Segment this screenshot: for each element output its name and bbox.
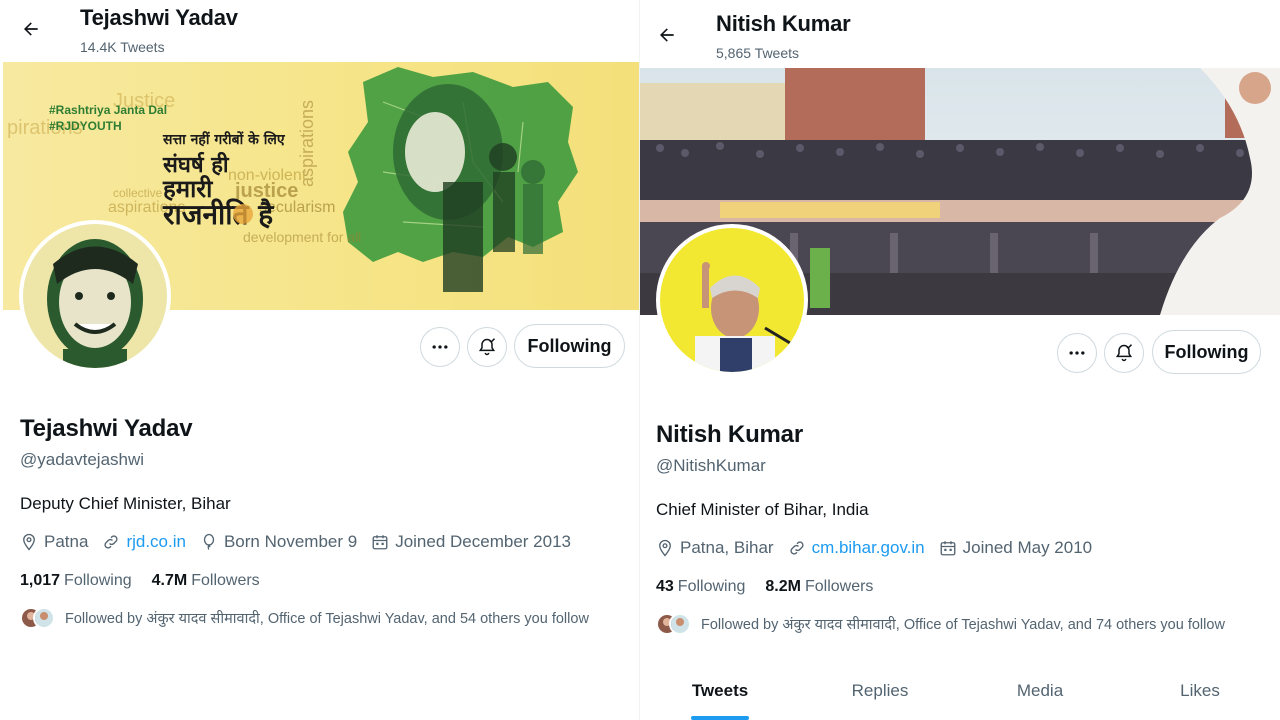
following-label: Following (677, 578, 746, 595)
followers-count: 8.2M (765, 578, 801, 595)
profile-header: Nitish Kumar 5,865 Tweets (640, 0, 1280, 62)
followed-by-text: Followed by अंकुर यादव सीमावादी, Office … (65, 611, 589, 627)
more-icon (1069, 351, 1085, 355)
tab-media[interactable]: Media (960, 662, 1120, 720)
svg-text:development for all: development for all (243, 229, 361, 245)
avatar-image (660, 228, 804, 372)
back-arrow-icon (660, 28, 674, 42)
more-options-button[interactable] (420, 327, 460, 367)
profile-panel-left: Tejashwi Yadav 14.4K Tweets pirations Ju… (0, 0, 639, 720)
notifications-button[interactable] (1104, 333, 1144, 373)
followers-count-link[interactable]: 4.7M Followers (152, 572, 260, 590)
website-link[interactable]: rjd.co.in (126, 532, 186, 552)
followed-by-text: Followed by अंकुर यादव सीमावादी, Office … (701, 617, 1225, 633)
header-tweet-count: 5,865 Tweets (716, 45, 800, 61)
bell-check-icon (1115, 344, 1133, 362)
notifications-button[interactable] (467, 327, 507, 367)
link-icon (104, 535, 118, 549)
banner-tag-1: #Rashtriya Janta Dal (49, 103, 167, 117)
profile-panel-right: Nitish Kumar 5,865 Tweets Following Niti… (640, 0, 1280, 720)
following-button[interactable]: Following (514, 324, 625, 368)
svg-text:aspirations: aspirations (297, 100, 317, 187)
profile-handle: @NitishKumar (656, 456, 766, 475)
back-arrow-icon (24, 22, 38, 36)
banner-hindi-line4: राजनीति है (162, 198, 274, 231)
header-tweet-count: 14.4K Tweets (80, 39, 165, 55)
following-count: 1,017 (20, 572, 61, 589)
svg-text:collective: collective (113, 186, 163, 200)
followers-count: 4.7M (151, 572, 188, 589)
location-pin-icon (659, 539, 671, 557)
location-item: Patna (20, 532, 88, 552)
calendar-icon (940, 541, 956, 556)
follower-avatar (669, 613, 691, 635)
location-text: Patna, Bihar (680, 538, 774, 557)
avatar-image (23, 224, 167, 368)
followers-label: Followers (191, 572, 260, 589)
website-item: rjd.co.in (102, 532, 186, 552)
location-text: Patna (44, 532, 89, 551)
followers-label: Followers (804, 578, 874, 595)
following-count-link[interactable]: 43 Following (656, 578, 745, 596)
following-count-link[interactable]: 1,017 Following (20, 572, 132, 590)
balloon-icon (203, 533, 215, 550)
followers-count-link[interactable]: 8.2M Followers (765, 578, 873, 596)
back-button[interactable] (649, 17, 685, 53)
header-name: Tejashwi Yadav (80, 5, 238, 30)
location-item: Patna, Bihar (656, 538, 774, 558)
following-count: 43 (656, 578, 674, 595)
profile-bio: Deputy Chief Minister, Bihar (20, 494, 231, 513)
joined-item: Joined December 2013 (371, 532, 571, 552)
link-icon (790, 541, 804, 555)
profile-tabs: Tweets Replies Media Likes (640, 662, 1280, 720)
birthday-text: Born November 9 (223, 532, 358, 551)
calendar-icon (372, 535, 388, 550)
follower-avatar (33, 607, 55, 629)
followed-by-row[interactable]: Followed by अंकुर यादव सीमावादी, Office … (20, 607, 589, 629)
tab-replies[interactable]: Replies (800, 662, 960, 720)
joined-text: Joined May 2010 (962, 538, 1093, 557)
followed-by-row[interactable]: Followed by अंकुर यादव सीमावादी, Office … (656, 613, 1225, 635)
follow-counts: 1,017 Following 4.7M Followers (20, 572, 280, 590)
header-name: Nitish Kumar (716, 11, 851, 36)
bell-check-icon (478, 338, 496, 356)
profile-handle: @yadavtejashwi (20, 450, 145, 469)
joined-text: Joined December 2013 (395, 532, 571, 551)
profile-header: Tejashwi Yadav 14.4K Tweets (0, 0, 639, 62)
more-options-button[interactable] (1057, 333, 1097, 373)
banner-hindi-line1: सत्ता नहीं गरीबों के लिए (162, 131, 286, 148)
profile-name: Nitish Kumar (656, 421, 803, 448)
more-icon (432, 345, 448, 349)
profile-meta: Patna, Bihar cm.bihar.gov.in Joined May … (656, 538, 1106, 558)
following-label: Following (64, 572, 132, 589)
profile-meta: Patna rjd.co.in Born November 9 Joined D… (20, 532, 585, 552)
profile-name: Tejashwi Yadav (20, 415, 193, 442)
website-item: cm.bihar.gov.in (788, 538, 925, 558)
tab-tweets[interactable]: Tweets (640, 662, 800, 720)
profile-bio: Chief Minister of Bihar, India (656, 500, 869, 519)
tab-likes[interactable]: Likes (1120, 662, 1280, 720)
banner-hindi-line2: संघर्ष ही (162, 151, 230, 178)
birthday-item: Born November 9 (200, 532, 357, 552)
location-pin-icon (23, 533, 35, 551)
profile-avatar[interactable] (19, 220, 171, 372)
website-link[interactable]: cm.bihar.gov.in (812, 538, 925, 558)
joined-item: Joined May 2010 (939, 538, 1092, 558)
profile-avatar[interactable] (656, 224, 808, 376)
banner-tag-2: #RJDYOUTH (49, 119, 122, 133)
following-button[interactable]: Following (1152, 330, 1261, 374)
back-button[interactable] (13, 11, 49, 47)
follow-counts: 43 Following 8.2M Followers (656, 578, 893, 596)
